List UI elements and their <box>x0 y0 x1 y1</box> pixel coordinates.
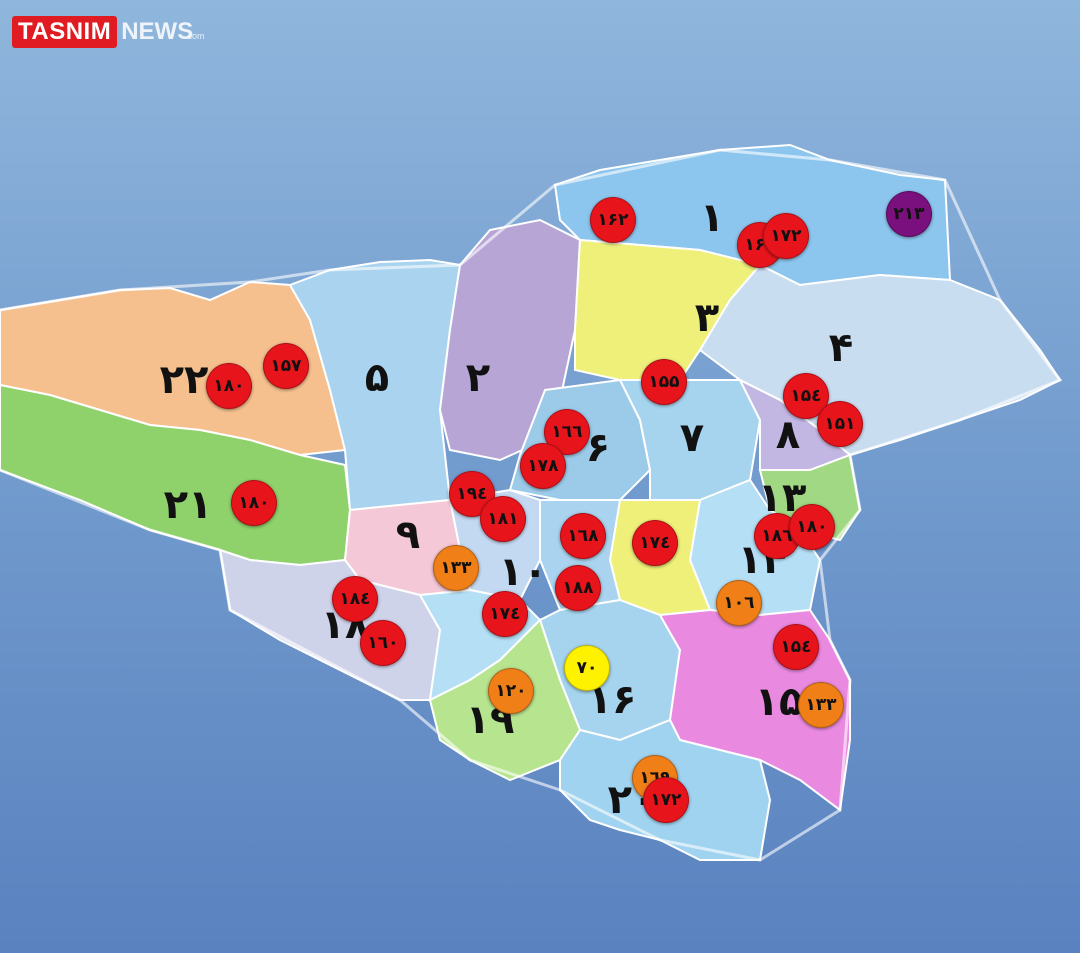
district-label-3: ۳ <box>694 295 720 341</box>
aqi-marker-180[interactable]: ۱۸۰ <box>789 504 835 550</box>
district-label-9: ۹ <box>395 512 421 558</box>
aqi-marker-157[interactable]: ۱۵۷ <box>263 343 309 389</box>
aqi-marker-70[interactable]: ۷۰ <box>564 645 610 691</box>
logo-news-text: NEWS <box>121 18 194 45</box>
aqi-marker-120[interactable]: ۱۲۰ <box>488 668 534 714</box>
district-label-7: ۷ <box>679 415 705 461</box>
aqi-marker-168[interactable]: ۱٦۸ <box>560 513 606 559</box>
logo-domain-text: .com <box>185 31 205 41</box>
district-label-5: ۵ <box>364 355 390 401</box>
district-label-2: ۲ <box>465 355 491 401</box>
aqi-marker-172[interactable]: ۱۷۲ <box>763 213 809 259</box>
aqi-marker-178[interactable]: ۱۷۸ <box>520 443 566 489</box>
aqi-marker-133[interactable]: ۱۳۳ <box>798 682 844 728</box>
aqi-marker-155[interactable]: ۱۵۵ <box>641 359 687 405</box>
aqi-marker-184[interactable]: ۱۸٤ <box>332 576 378 622</box>
district-label-4: ۴ <box>828 325 854 371</box>
aqi-marker-162[interactable]: ۱۶۲ <box>590 197 636 243</box>
aqi-marker-154[interactable]: ۱۵٤ <box>773 624 819 670</box>
aqi-marker-160[interactable]: ۱٦۰ <box>360 620 406 666</box>
aqi-marker-133[interactable]: ۱۳۳ <box>433 545 479 591</box>
aqi-marker-181[interactable]: ۱۸۱ <box>480 496 526 542</box>
aqi-marker-180[interactable]: ۱۸۰ <box>231 480 277 526</box>
aqi-marker-174[interactable]: ۱۷٤ <box>482 591 528 637</box>
district-label-10: ۱۰ <box>498 549 548 595</box>
district-label-15: ۱۵ <box>754 679 804 725</box>
aqi-marker-172[interactable]: ۱۷۲ <box>643 777 689 823</box>
tasnim-logo: TASNIM NEWS <box>12 16 193 48</box>
aqi-marker-106[interactable]: ۱۰٦ <box>716 580 762 626</box>
district-label-1: ۱ <box>699 195 725 241</box>
aqi-marker-174[interactable]: ۱۷٤ <box>632 520 678 566</box>
aqi-marker-180[interactable]: ۱۸۰ <box>206 363 252 409</box>
logo-brand-text: TASNIM <box>12 16 118 48</box>
district-label-22: ۲۲ <box>159 357 209 403</box>
aqi-marker-213[interactable]: ۲۱۳ <box>886 191 932 237</box>
district-label-8: ۸ <box>775 412 801 458</box>
aqi-marker-151[interactable]: ۱۵۱ <box>817 401 863 447</box>
aqi-marker-188[interactable]: ۱۸۸ <box>555 565 601 611</box>
district-label-21: ۲۱ <box>163 482 213 528</box>
